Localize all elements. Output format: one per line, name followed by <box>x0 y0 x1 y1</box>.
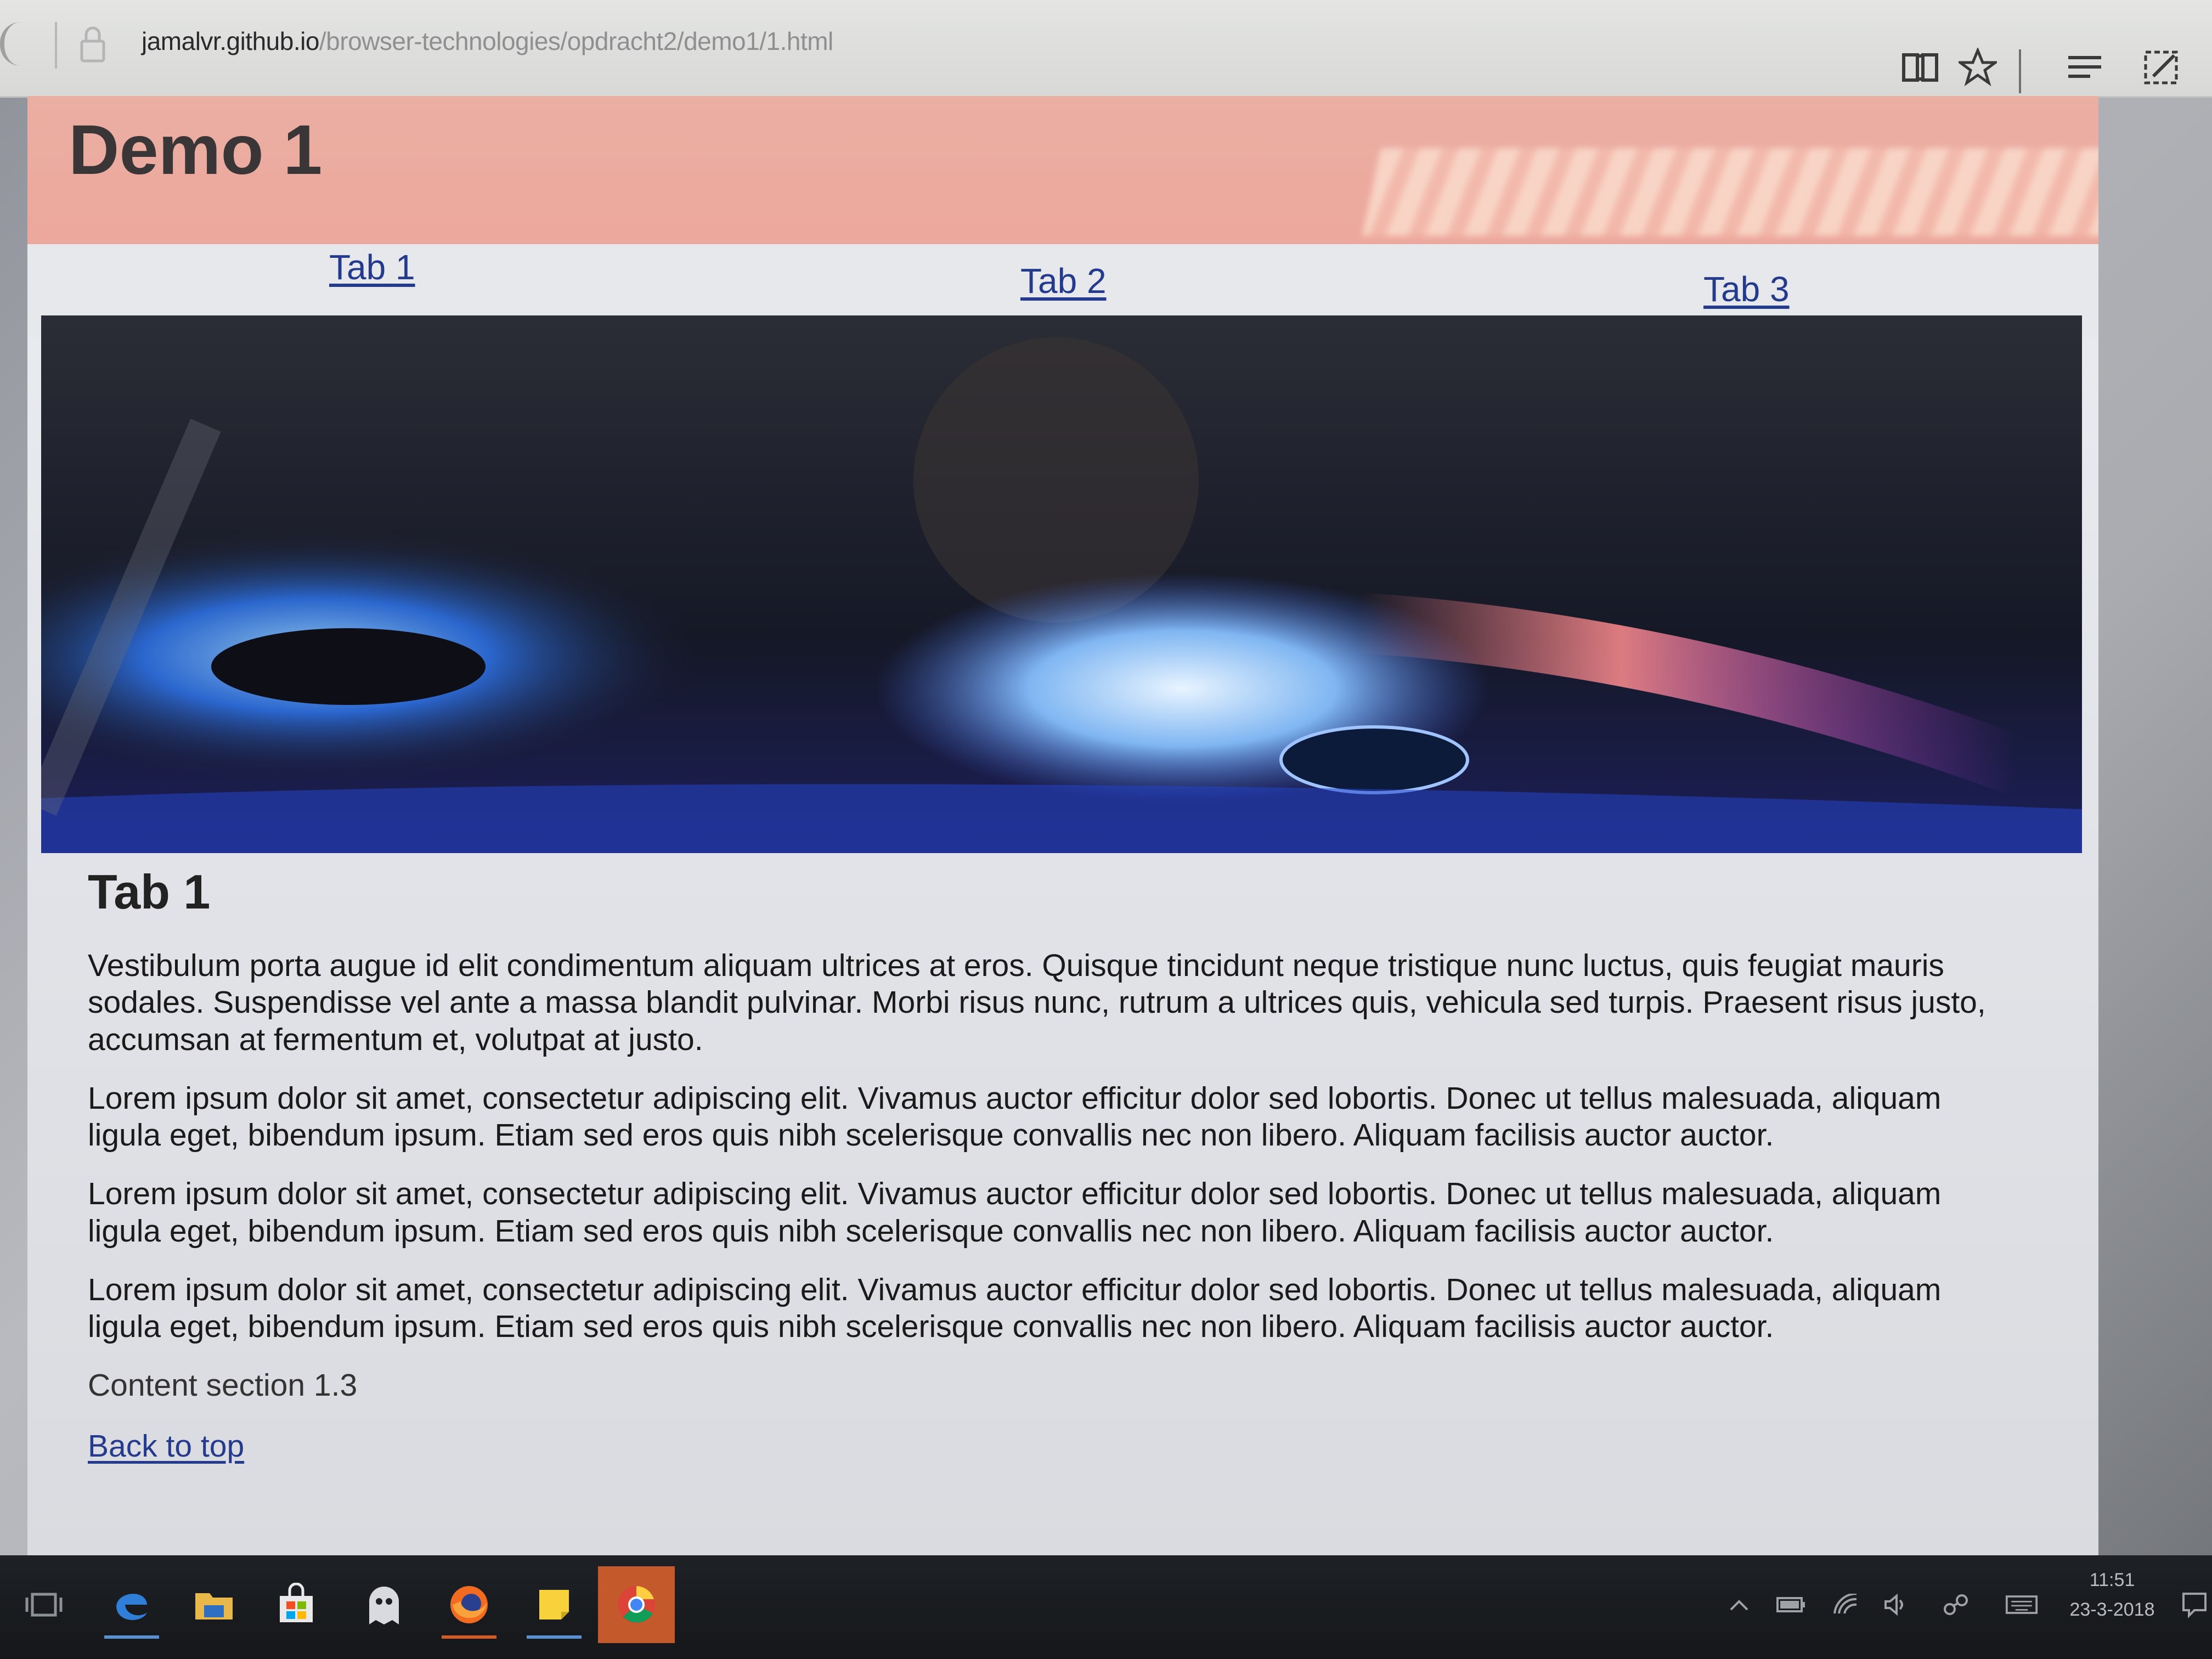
page-header: Demo 1 <box>27 96 2098 255</box>
tab-heading: Tab 1 <box>88 865 211 919</box>
toolbar-divider <box>2019 49 2021 93</box>
url-path: /browser-technologies/opdracht2/demo1/1.… <box>319 27 833 55</box>
store-icon[interactable] <box>258 1566 335 1643</box>
content-paragraph: Lorem ipsum dolor sit amet, consectetur … <box>88 1080 1942 1153</box>
browser-address-bar: jamalvr.github.io/browser-technologies/o… <box>0 0 2212 98</box>
active-indicator <box>442 1635 496 1639</box>
battery-icon[interactable] <box>1775 1588 1808 1621</box>
section-caption: Content section 1.3 <box>88 1368 358 1403</box>
reading-view-icon[interactable] <box>1898 45 1942 89</box>
hero-image <box>41 315 2082 853</box>
screen-glare <box>1362 148 2098 236</box>
back-icon[interactable] <box>0 22 21 66</box>
content-paragraph: Lorem ipsum dolor sit amet, consectetur … <box>88 1176 1942 1249</box>
toolbar-divider <box>55 22 57 69</box>
file-explorer-icon[interactable] <box>176 1566 252 1643</box>
url-host: jamalvr.github.io <box>142 27 319 55</box>
active-indicator <box>104 1635 159 1639</box>
page-title: Demo 1 <box>69 111 323 189</box>
network-icon[interactable] <box>1939 1588 1972 1621</box>
chrome-icon[interactable] <box>598 1566 675 1643</box>
back-to-top-link[interactable]: Back to top <box>88 1429 244 1464</box>
show-hidden-icons-icon[interactable] <box>1723 1588 1756 1621</box>
ghost-app-icon[interactable] <box>346 1566 422 1643</box>
favorite-star-icon[interactable] <box>1956 45 2000 89</box>
tab-content: Tab 1 Vestibulum porta augue id elit con… <box>88 864 2008 1464</box>
hub-icon[interactable] <box>2063 45 2107 89</box>
clock-time: 11:51 <box>2089 1570 2135 1590</box>
web-page: Demo 1 Tab 1 Tab 2 Tab 3 Tab 1 Vestibulu… <box>27 96 2098 1555</box>
edge-icon[interactable] <box>93 1566 170 1643</box>
wifi-icon[interactable] <box>1830 1588 1863 1621</box>
active-indicator <box>527 1635 582 1639</box>
url-field[interactable]: jamalvr.github.io/browser-technologies/o… <box>142 26 833 56</box>
tab-2-link[interactable]: Tab 2 <box>1020 261 1107 301</box>
tab-1-link[interactable]: Tab 1 <box>329 247 415 287</box>
notifications-icon[interactable] <box>2178 1588 2211 1621</box>
web-note-icon[interactable] <box>2140 45 2183 89</box>
sticky-notes-icon[interactable] <box>516 1566 592 1643</box>
taskbar: 11:51 23-3-2018 <box>0 1555 2212 1659</box>
clock-date: 23-3-2018 <box>2069 1599 2155 1621</box>
lock-icon <box>80 26 105 63</box>
firefox-icon[interactable] <box>431 1566 507 1643</box>
content-paragraph: Vestibulum porta augue id elit condiment… <box>88 948 1986 1057</box>
content-paragraph: Lorem ipsum dolor sit amet, consectetur … <box>88 1272 1942 1344</box>
volume-icon[interactable] <box>1879 1588 1912 1621</box>
keyboard-icon[interactable] <box>2005 1588 2038 1621</box>
task-view-icon[interactable] <box>5 1566 82 1643</box>
tab-3-link[interactable]: Tab 3 <box>1703 269 1790 309</box>
taskbar-clock[interactable]: 11:51 23-3-2018 <box>2063 1565 2162 1625</box>
